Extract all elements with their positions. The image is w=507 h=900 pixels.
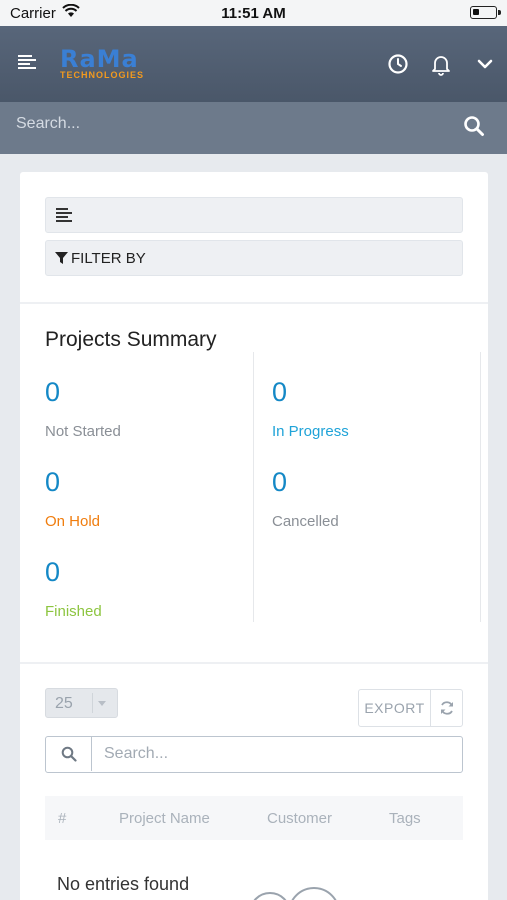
column-divider (480, 352, 481, 622)
filter-by-button[interactable]: FILTER BY (45, 240, 463, 276)
cancelled-label: Cancelled (272, 513, 339, 530)
search-icon[interactable] (462, 114, 486, 143)
logo-wordmark: RaMa (60, 45, 139, 73)
divider (20, 662, 488, 664)
table-search-field[interactable]: Search... (45, 736, 463, 773)
column-header-number[interactable]: # (58, 810, 66, 827)
divider (20, 302, 488, 304)
list-view-toggle[interactable] (45, 197, 463, 233)
page-size-select[interactable]: 25 (45, 688, 118, 718)
cancelled-count[interactable]: 0 (272, 467, 287, 498)
clock-icon[interactable] (386, 52, 410, 76)
export-button[interactable]: EXPORT (359, 690, 431, 726)
on-hold-label: On Hold (45, 513, 101, 530)
status-bar: Carrier 11:51 AM (0, 0, 507, 26)
finished-count[interactable]: 0 (45, 557, 60, 588)
search-input[interactable]: Search... (16, 115, 80, 133)
not-started-count[interactable]: 0 (45, 377, 60, 408)
column-header-customer[interactable]: Customer (267, 810, 332, 827)
clock-time: 11:51 AM (221, 5, 286, 22)
battery-icon (470, 6, 501, 19)
export-button-group: EXPORT (358, 689, 463, 727)
column-header-tags[interactable]: Tags (389, 810, 421, 827)
empty-state-illustration (248, 883, 348, 900)
bell-icon[interactable] (429, 52, 453, 76)
table-search-input[interactable]: Search... (104, 745, 168, 763)
global-search-bar[interactable]: Search... (0, 102, 507, 154)
projects-card: FILTER BY Projects Summary 0 Not Started… (20, 172, 488, 900)
menu-icon[interactable] (18, 55, 36, 69)
top-navigation-bar: RaMa TECHNOLOGIES (0, 26, 507, 102)
search-icon (46, 737, 92, 771)
projects-summary-title: Projects Summary (45, 328, 217, 351)
in-progress-count[interactable]: 0 (272, 377, 287, 408)
on-hold-count[interactable]: 0 (45, 467, 60, 498)
refresh-icon[interactable] (439, 700, 455, 721)
column-header-project-name[interactable]: Project Name (119, 810, 210, 827)
filter-icon (55, 252, 68, 270)
in-progress-label: In Progress (272, 423, 349, 440)
filter-by-label: FILTER BY (71, 250, 146, 267)
not-started-label: Not Started (45, 423, 121, 440)
page-size-value: 25 (55, 695, 73, 712)
caret-down-icon (98, 701, 106, 706)
column-divider (253, 352, 254, 622)
logo-subtitle: TECHNOLOGIES (60, 70, 145, 80)
chevron-down-icon[interactable] (473, 52, 497, 76)
finished-label: Finished (45, 603, 102, 620)
list-icon (56, 208, 72, 224)
empty-state-text: No entries found (57, 874, 190, 894)
company-logo[interactable]: RaMa TECHNOLOGIES (60, 45, 145, 80)
table-header: # Project Name Customer Tags (45, 796, 463, 840)
